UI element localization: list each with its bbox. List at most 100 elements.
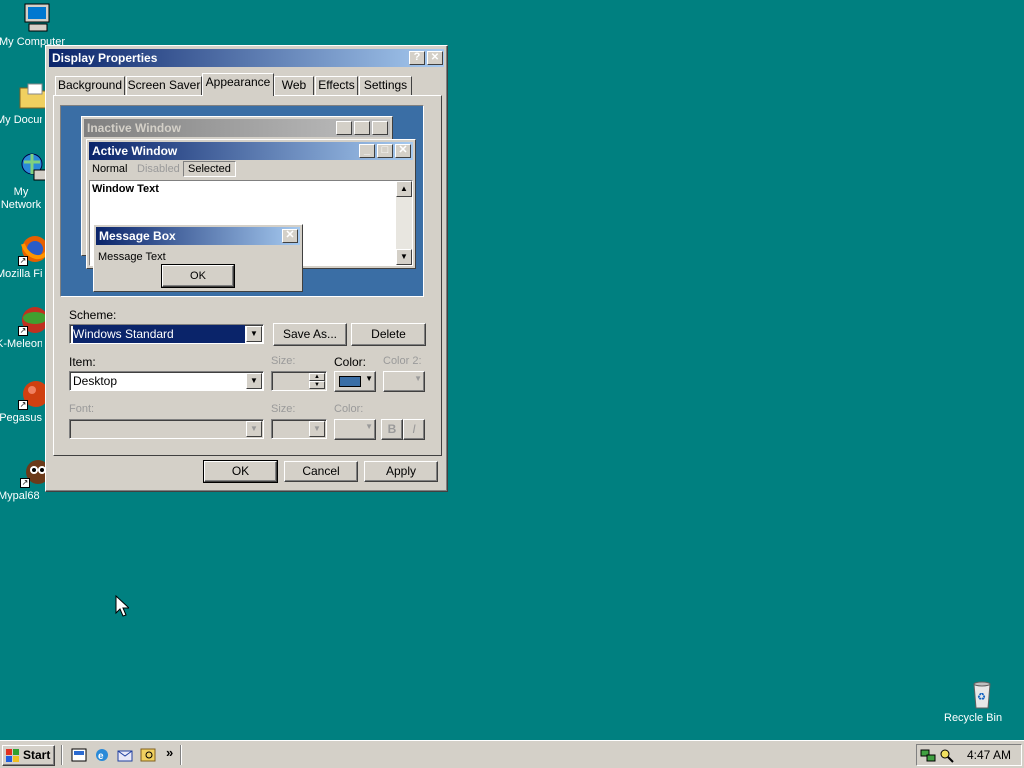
dialog-title: Display Properties [52,51,158,65]
chevron-down-icon[interactable]: ▼ [246,373,262,389]
desktop-icon-label: K-Meleon [0,338,42,350]
taskbar-divider [180,745,182,765]
tab-settings[interactable]: Settings [359,76,412,95]
desktop-icon-label: Mozilla Firefox [0,268,42,280]
svg-text:e: e [98,751,104,762]
italic-button: I [403,419,425,440]
close-icon: ✕ [282,229,298,243]
scroll-down-icon: ▼ [396,249,412,265]
preview-active-title-bar: Active Window _ □ ✕ [89,142,413,160]
shortcut-arrow-icon: ↗ [20,478,30,488]
close-icon: ✕ [395,144,411,158]
dialog-title-bar[interactable]: Display Properties ? ✕ [49,49,444,67]
item-color-label: Color: [334,355,367,369]
item-color2-button: ▼ [383,371,425,392]
outlook-express-icon[interactable] [117,747,133,763]
preview-menu-normal: Normal [92,163,128,175]
windows-logo-icon [6,749,20,762]
preview-inactive-title-bar: Inactive Window _ □ ✕ [84,119,390,137]
color-swatch [339,376,361,387]
delete-button[interactable]: Delete [351,323,426,346]
minimize-icon: _ [359,144,375,158]
my-computer-icon [21,2,53,34]
preview-active-title: Active Window [92,144,178,158]
chevron-down-icon: ▼ [365,374,373,383]
shortcut-arrow-icon: ↗ [18,256,28,266]
save-as-button[interactable]: Save As... [273,323,347,346]
item-color-button[interactable]: ▼ [334,371,376,392]
tray-search-icon[interactable] [938,747,954,763]
item-size-label: Size: [271,355,296,367]
spinner-icon: ▲ [309,373,325,381]
preview-message-box-title: Message Box [99,229,176,243]
ok-button[interactable]: OK [203,460,278,483]
scheme-select[interactable]: Windows Standard ▼ [69,324,264,344]
preview-ok-button: OK [161,264,235,288]
chevron-down-icon: ▼ [414,374,422,383]
desktop-icon-label: Mypal68 [0,490,40,502]
chevron-down-icon: ▼ [309,421,325,437]
preview-message-text: Message Text [98,251,166,263]
help-button[interactable]: ? [409,51,425,65]
scroll-up-icon: ▲ [396,181,412,197]
svg-text:♻: ♻ [977,692,986,703]
internet-explorer-icon[interactable]: e [94,747,110,763]
apply-button[interactable]: Apply [364,461,438,482]
item-select[interactable]: Desktop ▼ [69,371,264,391]
item-value: Desktop [73,374,118,388]
preview-window-text: Window Text [92,183,159,195]
taskbar: Start e » 4:47 AM [0,740,1024,768]
preview-message-box-title-bar: Message Box ✕ [96,227,300,245]
shortcut-arrow-icon: ↗ [18,326,28,336]
font-label: Font: [69,403,95,415]
system-tray: 4:47 AM [916,744,1022,766]
spinner-icon: ▼ [309,381,325,389]
show-desktop-icon[interactable] [71,747,87,763]
font-color-label: Color: [334,403,364,415]
desktop-icon-label: My Network Places [0,186,42,211]
chevron-down-icon: ▼ [365,422,373,431]
desktop-icon-label: Pegasus [0,412,42,424]
close-button[interactable]: ✕ [427,51,443,65]
font-size-select: ▼ [271,419,327,439]
desktop-icon-my-computer[interactable]: My Computer [0,2,75,48]
search-icon[interactable] [140,747,156,763]
network-tray-icon[interactable] [920,747,936,763]
close-icon: ✕ [372,121,388,135]
preview-inactive-title: Inactive Window [87,121,181,135]
preview-menu-disabled: Disabled [137,163,180,175]
tab-effects[interactable]: Effects [315,76,358,95]
mouse-cursor-icon [115,594,131,620]
desktop-icon-label: Recycle Bin [944,712,1003,724]
scheme-label: Scheme: [69,308,117,322]
display-properties-dialog: Display Properties ? ✕ Background Screen… [45,45,448,492]
appearance-preview[interactable]: Inactive Window _ □ ✕ Active Window _ □ … [60,105,424,297]
shortcut-arrow-icon: ↗ [18,400,28,410]
item-label: Item: [69,355,96,369]
chevron-down-icon[interactable]: ▼ [246,326,262,342]
tab-background[interactable]: Background [55,76,125,95]
preview-scrollbar: ▲ ▼ [396,181,412,265]
font-select: ▼ [69,419,264,439]
item-size-stepper: ▲ ▼ [271,371,327,391]
font-size-label: Size: [271,403,296,415]
clock[interactable]: 4:47 AM [967,748,1011,762]
item-color2-label: Color 2: [383,355,422,367]
chevron-down-icon: ▼ [246,421,262,437]
maximize-icon: □ [354,121,370,135]
taskbar-divider [61,745,63,765]
start-button[interactable]: Start [2,745,55,766]
desktop-icon-recycle-bin[interactable]: ♻ Recycle Bin [944,678,1020,724]
tab-screen-saver[interactable]: Screen Saver [126,76,202,95]
tab-appearance[interactable]: Appearance [202,73,274,96]
tab-web[interactable]: Web [274,76,314,95]
cancel-button[interactable]: Cancel [284,461,358,482]
quick-launch-chevron[interactable]: » [166,745,173,760]
scheme-value: Windows Standard [73,325,245,343]
font-color-button: ▼ [334,419,376,440]
recycle-bin-icon: ♻ [966,678,998,710]
preview-menu-selected: Selected [183,161,236,177]
desktop-icon-label: My Documents [0,114,42,126]
bold-button: B [381,419,403,440]
minimize-icon: _ [336,121,352,135]
